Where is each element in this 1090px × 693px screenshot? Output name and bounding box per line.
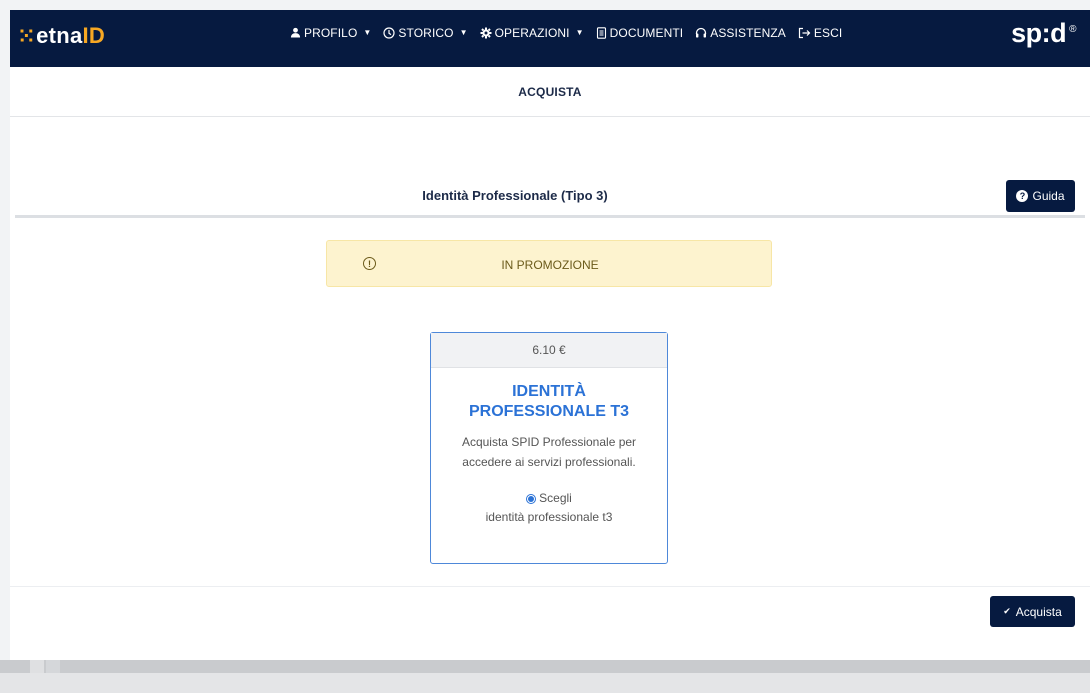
nav-label: STORICO bbox=[398, 25, 454, 40]
nav-label: OPERAZIONI bbox=[494, 25, 570, 40]
product-card[interactable]: 6.10 € IDENTITÀ PROFESSIONALE T3 Acquist… bbox=[430, 332, 668, 564]
brand-dots: ⁙ bbox=[18, 25, 36, 48]
logout-icon bbox=[798, 27, 811, 39]
nav-label: PROFILO bbox=[304, 25, 358, 40]
taskbar-tile bbox=[46, 660, 60, 673]
buy-button[interactable]: ✔ Acquista bbox=[990, 596, 1075, 627]
section-divider bbox=[15, 215, 1085, 218]
nav-label: DOCUMENTI bbox=[609, 25, 684, 40]
chevron-down-icon: ▼ bbox=[459, 28, 468, 37]
buy-label: Acquista bbox=[1015, 604, 1062, 619]
chevron-down-icon: ▼ bbox=[575, 28, 584, 37]
chevron-down-icon: ▼ bbox=[363, 28, 372, 37]
user-icon bbox=[290, 27, 301, 38]
nav-label: ASSISTENZA bbox=[710, 25, 786, 40]
nav-storico[interactable]: STORICO ▼ bbox=[383, 25, 468, 40]
product-title: IDENTITÀ PROFESSIONALE T3 bbox=[468, 383, 630, 420]
nav-operazioni[interactable]: OPERAZIONI ▼ bbox=[480, 26, 584, 40]
brand-suffix: ID bbox=[82, 23, 106, 48]
choose-radio-option[interactable]: Scegli bbox=[431, 489, 667, 508]
product-description: Acquista SPID Professionale per accedere… bbox=[461, 435, 637, 469]
nav-documenti[interactable]: DOCUMENTI bbox=[596, 26, 684, 40]
spid-logo: sp:d ® bbox=[1011, 18, 1076, 49]
radio-button[interactable] bbox=[526, 493, 537, 504]
nav-esci[interactable]: ESCI bbox=[798, 26, 842, 40]
promo-text: IN PROMOZIONE bbox=[501, 258, 599, 272]
guide-label: Guida bbox=[1032, 189, 1065, 203]
gear-icon bbox=[480, 27, 492, 39]
product-choice: Scegli identità professionale t3 bbox=[431, 489, 667, 527]
etnaid-logo[interactable]: ⁙ etna ID bbox=[18, 23, 105, 49]
choose-value: identità professionale t3 bbox=[485, 510, 613, 524]
registered-mark: ® bbox=[1069, 24, 1076, 35]
taskbar-tile bbox=[30, 660, 44, 673]
headset-icon bbox=[695, 27, 707, 39]
product-price: 6.10 € bbox=[431, 333, 667, 368]
app-window: ⁙ etna ID PROFILO ▼ STORICO ▼ OPERAZIONI… bbox=[10, 10, 1090, 660]
top-navbar: ⁙ etna ID PROFILO ▼ STORICO ▼ OPERAZIONI… bbox=[10, 10, 1090, 67]
brand-prefix: etna bbox=[36, 23, 83, 48]
guide-button[interactable]: ? Guida bbox=[1006, 180, 1075, 212]
choose-label: Scegli bbox=[539, 491, 572, 505]
check-icon: ✔ bbox=[1003, 606, 1011, 616]
footer-divider bbox=[10, 586, 1090, 587]
clock-icon bbox=[383, 26, 396, 39]
document-icon bbox=[596, 26, 607, 39]
promo-alert: ! IN PROMOZIONE bbox=[326, 240, 772, 287]
page-subheader: ACQUISTA bbox=[10, 67, 1090, 117]
subheader-title: ACQUISTA bbox=[518, 84, 582, 99]
spid-logo-text: sp:d bbox=[1011, 18, 1067, 48]
help-icon: ? bbox=[1016, 190, 1029, 202]
section-title: Identità Professionale (Tipo 3) bbox=[422, 188, 608, 203]
taskbar bbox=[0, 660, 1090, 693]
main-menu: PROFILO ▼ STORICO ▼ OPERAZIONI ▼ DOCUMEN… bbox=[290, 10, 842, 55]
nav-profilo[interactable]: PROFILO ▼ bbox=[290, 26, 371, 40]
nav-label: ESCI bbox=[813, 25, 843, 40]
nav-assistenza[interactable]: ASSISTENZA bbox=[695, 26, 786, 40]
